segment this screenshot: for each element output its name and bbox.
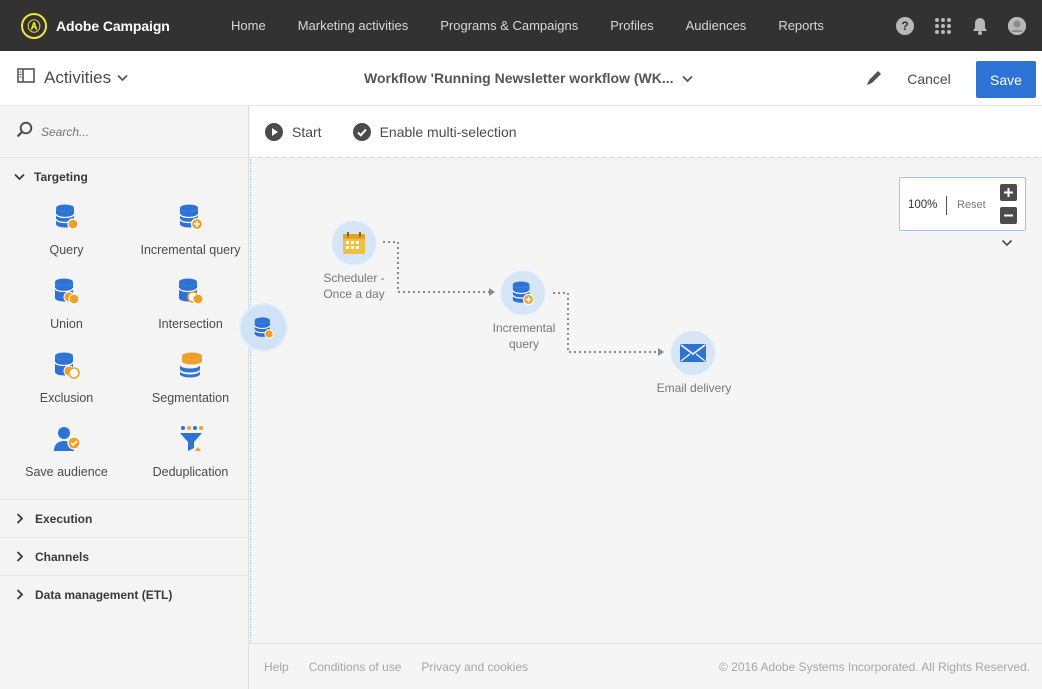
main-nav: Home Marketing activities Programs & Cam… bbox=[231, 18, 856, 33]
multiselect-label: Enable multi-selection bbox=[379, 123, 517, 140]
activity-query[interactable]: Query bbox=[0, 197, 133, 271]
sidebar-panel-icon bbox=[17, 68, 35, 88]
nav-item-audiences[interactable]: Audiences bbox=[686, 18, 747, 33]
nav-item-programs-campaigns[interactable]: Programs & Campaigns bbox=[440, 18, 578, 33]
activity-label: Segmentation bbox=[151, 391, 230, 405]
pencil-edit-icon[interactable] bbox=[865, 68, 884, 92]
database-exclusion-icon bbox=[53, 345, 81, 379]
chevron-right-icon bbox=[16, 551, 24, 562]
minus-icon bbox=[1004, 214, 1013, 217]
activity-union[interactable]: Union bbox=[0, 271, 133, 345]
activity-deduplication[interactable]: Deduplication bbox=[133, 419, 248, 493]
section-targeting[interactable]: Targeting bbox=[0, 158, 248, 195]
dragged-query-activity[interactable] bbox=[241, 305, 286, 350]
enable-multi-selection-button[interactable]: Enable multi-selection bbox=[352, 122, 517, 141]
scheduler-node[interactable] bbox=[330, 219, 378, 267]
zoom-reset-button[interactable]: Reset bbox=[957, 199, 986, 211]
zoom-collapse-chevron-icon[interactable] bbox=[1001, 234, 1013, 252]
activity-incremental-query[interactable]: Incremental query bbox=[133, 197, 248, 271]
deduplication-funnel-icon bbox=[178, 419, 204, 453]
zoom-out-button[interactable] bbox=[1000, 207, 1017, 224]
help-icon[interactable]: ? bbox=[896, 16, 914, 35]
section-label: Channels bbox=[35, 549, 90, 564]
zoom-control: 100% Reset bbox=[899, 177, 1026, 231]
section-channels[interactable]: Channels bbox=[0, 538, 248, 575]
database-union-icon bbox=[53, 271, 81, 305]
zoom-level: 100% bbox=[908, 199, 938, 211]
email-delivery-node-label: Email delivery bbox=[656, 381, 732, 395]
search-icon bbox=[16, 121, 33, 143]
activity-label: Incremental query bbox=[140, 243, 241, 257]
footer-help-link[interactable]: Help bbox=[264, 660, 289, 674]
activity-label: Exclusion bbox=[39, 391, 94, 405]
play-icon bbox=[265, 122, 283, 141]
zoom-divider bbox=[946, 196, 947, 215]
activities-label: Activities bbox=[44, 68, 112, 87]
start-button[interactable]: Start bbox=[265, 122, 322, 141]
zoom-in-button[interactable] bbox=[1000, 184, 1017, 201]
envelope-icon bbox=[680, 344, 706, 362]
activities-sidebar: Targeting Query Incremental query Union … bbox=[0, 106, 249, 689]
save-button[interactable]: Save bbox=[976, 61, 1036, 98]
incremental-query-node-label: Incremental query bbox=[492, 321, 556, 351]
checkmark-circle-icon bbox=[352, 122, 371, 141]
brand[interactable]: Ⓐ Adobe Campaign bbox=[21, 12, 211, 39]
activity-exclusion[interactable]: Exclusion bbox=[0, 345, 133, 419]
apps-grid-icon[interactable] bbox=[934, 17, 952, 35]
chevron-down-icon bbox=[14, 173, 25, 180]
brand-name: Adobe Campaign bbox=[56, 17, 170, 34]
user-avatar-icon[interactable] bbox=[1008, 16, 1026, 35]
activity-search bbox=[0, 106, 248, 158]
nav-item-reports[interactable]: Reports bbox=[778, 18, 824, 33]
save-audience-icon bbox=[53, 419, 81, 453]
section-data-management[interactable]: Data management (ETL) bbox=[0, 576, 248, 613]
workflow-header: Activities Workflow 'Running Newsletter … bbox=[0, 51, 1042, 106]
chevron-down-icon bbox=[681, 70, 693, 86]
section-label: Targeting bbox=[34, 169, 88, 184]
database-intersection-icon bbox=[177, 271, 205, 305]
activity-save-audience[interactable]: Save audience bbox=[0, 419, 133, 493]
calendar-icon bbox=[343, 232, 365, 254]
activities-panel-toggle[interactable]: Activities bbox=[17, 68, 128, 88]
footer-conditions-link[interactable]: Conditions of use bbox=[309, 660, 402, 674]
nav-item-profiles[interactable]: Profiles bbox=[610, 18, 653, 33]
bell-icon[interactable] bbox=[972, 17, 988, 35]
section-label: Execution bbox=[35, 511, 93, 526]
activity-label: Save audience bbox=[25, 465, 108, 479]
database-query-icon bbox=[253, 316, 274, 339]
workflow-title: Workflow 'Running Newsletter workflow (W… bbox=[364, 70, 674, 86]
cancel-button[interactable]: Cancel bbox=[900, 61, 958, 97]
adobe-campaign-logo-icon: Ⓐ bbox=[21, 12, 47, 39]
chevron-right-icon bbox=[16, 513, 24, 524]
activity-segmentation[interactable]: Segmentation bbox=[133, 345, 248, 419]
page-footer: Help Conditions of use Privacy and cooki… bbox=[250, 643, 1042, 689]
database-segmentation-icon bbox=[178, 345, 204, 379]
activity-intersection[interactable]: Intersection bbox=[133, 271, 248, 345]
activity-label: Union bbox=[50, 317, 83, 331]
search-input[interactable] bbox=[41, 124, 221, 139]
section-label: Data management (ETL) bbox=[35, 587, 173, 602]
email-delivery-node[interactable] bbox=[669, 329, 717, 377]
database-add-icon bbox=[178, 197, 204, 231]
chevron-down-icon bbox=[117, 69, 128, 87]
chevron-right-icon bbox=[16, 589, 24, 600]
footer-privacy-link[interactable]: Privacy and cookies bbox=[421, 660, 528, 674]
start-label: Start bbox=[292, 123, 322, 140]
top-navigation-bar: Ⓐ Adobe Campaign Home Marketing activiti… bbox=[0, 0, 1042, 51]
activity-label: Intersection bbox=[158, 317, 223, 331]
workflow-title-dropdown[interactable]: Workflow 'Running Newsletter workflow (W… bbox=[364, 70, 693, 86]
nav-item-home[interactable]: Home bbox=[231, 18, 266, 33]
plus-icon bbox=[1004, 188, 1013, 197]
section-execution[interactable]: Execution bbox=[0, 500, 248, 537]
nav-item-marketing-activities[interactable]: Marketing activities bbox=[298, 18, 409, 33]
activity-label: Query bbox=[49, 243, 84, 257]
database-add-icon bbox=[512, 281, 535, 306]
scheduler-node-label: Scheduler - Once a day bbox=[323, 271, 385, 301]
incremental-query-node[interactable] bbox=[499, 269, 547, 317]
footer-copyright: © 2016 Adobe Systems Incorporated. All R… bbox=[718, 659, 1030, 674]
targeting-activities: Query Incremental query Union Intersecti… bbox=[0, 197, 248, 493]
activity-label: Deduplication bbox=[152, 465, 229, 479]
workflow-toolbar: Start Enable multi-selection bbox=[250, 106, 1042, 158]
database-query-icon bbox=[54, 197, 80, 231]
